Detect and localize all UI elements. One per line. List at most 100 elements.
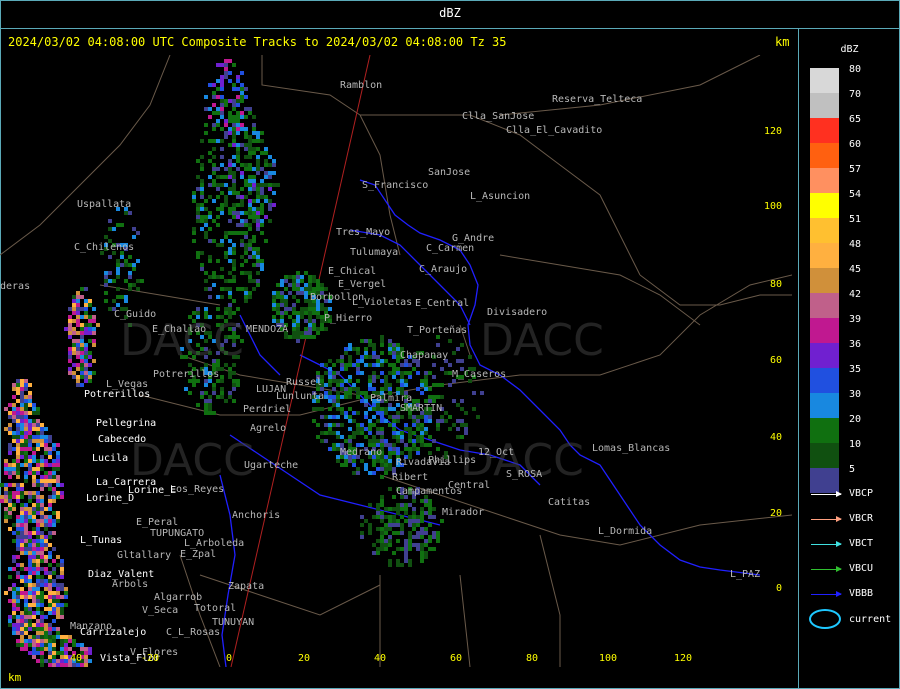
echo-pixel [244,223,248,227]
echo-pixel [312,311,316,315]
echo-pixel [368,431,372,435]
echo-pixel [8,515,12,519]
echo-pixel [16,539,20,543]
echo-pixel [252,219,256,223]
echo-pixel [56,591,60,595]
echo-pixel [40,495,44,499]
echo-pixel [408,439,412,443]
echo-pixel [108,279,112,283]
echo-pixel [232,267,236,271]
echo-pixel [344,439,348,443]
echo-pixel [392,415,396,419]
echo-pixel [312,419,316,423]
echo-pixel [36,447,40,451]
echo-pixel [368,503,372,507]
echo-pixel [212,95,216,99]
echo-pixel [40,435,44,439]
echo-pixel [8,451,12,455]
echo-pixel [36,503,40,507]
echo-pixel [76,299,80,303]
echo-pixel [236,307,240,311]
echo-pixel [192,191,196,195]
echo-pixel [52,651,56,655]
legend-swatch-35 [810,368,839,393]
town-label: Lucila [92,453,128,464]
echo-pixel [400,451,404,455]
echo-pixel [48,651,52,655]
echo-pixel [44,555,48,559]
place-label: C_L_Rosas [166,627,220,638]
echo-pixel [308,327,312,331]
echo-pixel [264,151,268,155]
echo-pixel [376,431,380,435]
echo-pixel [204,95,208,99]
echo-pixel [380,467,384,471]
echo-pixel [40,575,44,579]
echo-pixel [384,547,388,551]
echo-pixel [240,203,244,207]
radar-map[interactable]: DACC DACC DACC DACC Ramblon Reserva_Telte… [0,55,792,667]
echo-pixel [416,387,420,391]
echo-pixel [196,219,200,223]
place-label: T_Porteñas [407,325,467,336]
echo-pixel [220,243,224,247]
echo-pixel [408,435,412,439]
echo-pixel [36,479,40,483]
echo-pixel [312,279,316,283]
echo-pixel [380,539,384,543]
echo-pixel [420,527,424,531]
echo-pixel [344,367,348,371]
echo-pixel [44,635,48,639]
echo-pixel [420,435,424,439]
echo-pixel [268,207,272,211]
echo-pixel [304,295,308,299]
echo-pixel [376,427,380,431]
place-label: V_Seca [142,605,178,616]
echo-pixel [24,447,28,451]
echo-pixel [40,579,44,583]
echo-pixel [76,291,80,295]
echo-pixel [28,439,32,443]
echo-pixel [32,611,36,615]
echo-pixel [292,303,296,307]
echo-pixel [64,587,68,591]
echo-pixel [216,395,220,399]
echo-pixel [228,187,232,191]
echo-pixel [392,407,396,411]
echo-pixel [8,443,12,447]
place-label: Los_Reyes [170,484,224,495]
echo-pixel [56,479,60,483]
echo-pixel [4,499,8,503]
echo-pixel [388,347,392,351]
echo-pixel [252,131,256,135]
echo-pixel [80,307,84,311]
echo-pixel [8,575,12,579]
echo-pixel [40,543,44,547]
echo-pixel [364,399,368,403]
echo-pixel [432,383,436,387]
echo-pixel [20,415,24,419]
echo-pixel [24,567,28,571]
echo-pixel [52,663,56,667]
echo-pixel [196,211,200,215]
echo-pixel [48,643,52,647]
echo-pixel [80,355,84,359]
echo-pixel [292,331,296,335]
echo-pixel [48,575,52,579]
echo-pixel [16,391,20,395]
echo-pixel [364,519,368,523]
echo-pixel [68,371,72,375]
echo-pixel [360,431,364,435]
echo-pixel [264,159,268,163]
echo-pixel [392,451,396,455]
echo-pixel [36,599,40,603]
place-label: Ugarteche [244,460,298,471]
echo-pixel [296,279,300,283]
legend-swatch-48 [810,243,839,268]
echo-pixel [228,375,232,379]
echo-pixel [132,267,136,271]
echo-pixel [408,559,412,563]
echo-pixel [332,399,336,403]
echo-pixel [24,535,28,539]
echo-pixel [12,591,16,595]
